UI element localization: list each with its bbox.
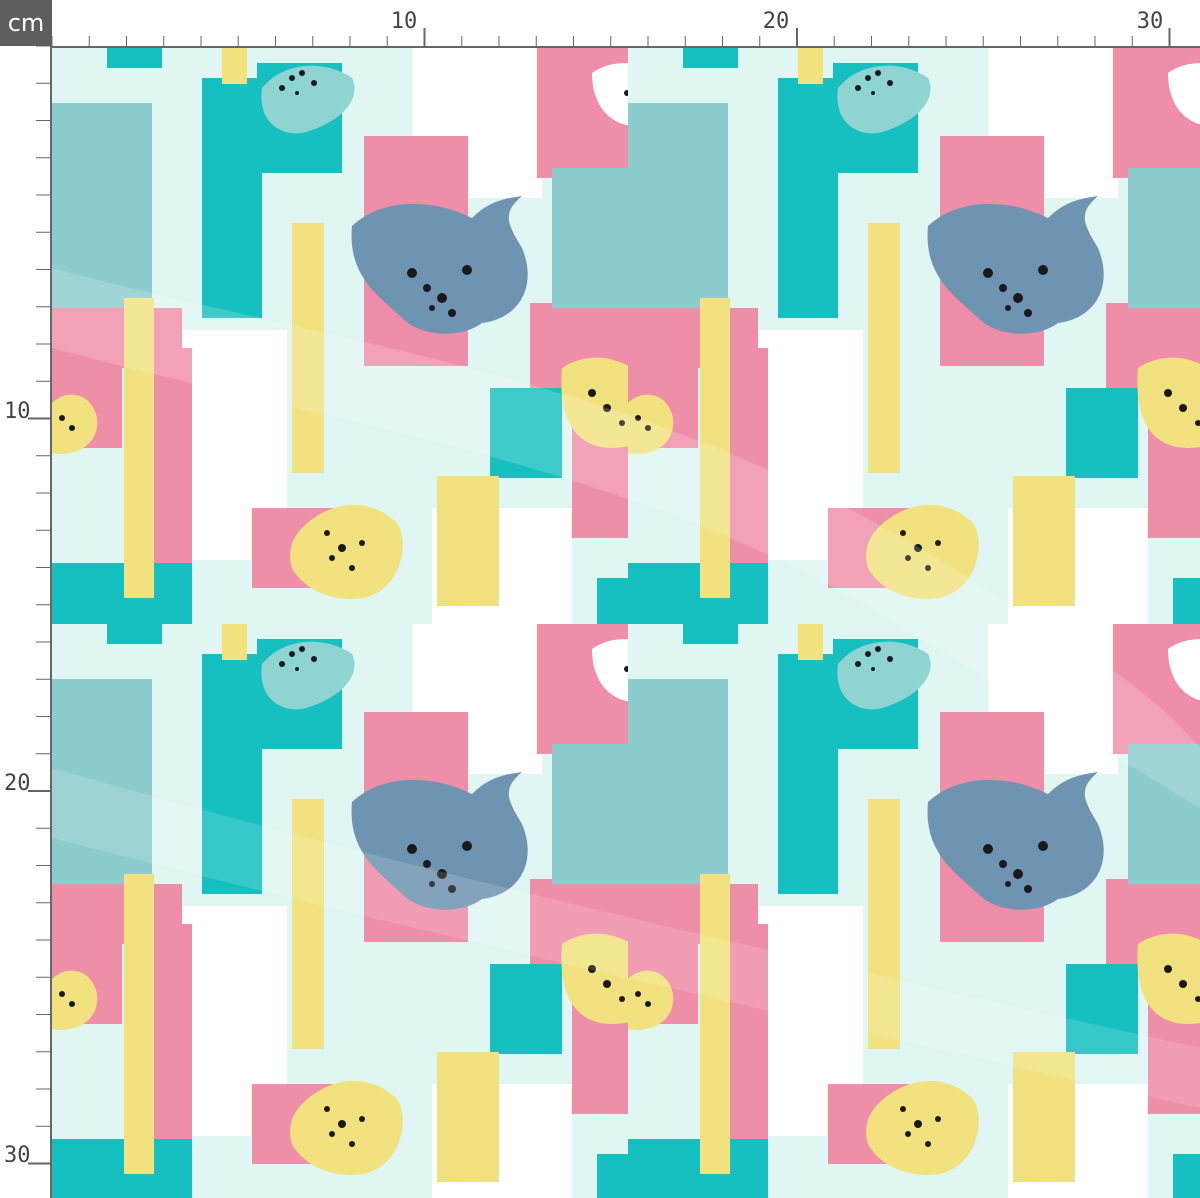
- unit-label: cm: [7, 9, 45, 37]
- top-ruler: 10 20 30: [52, 0, 1200, 48]
- left-ruler-label-10: 10: [4, 399, 31, 424]
- top-ruler-label-30: 30: [1137, 9, 1164, 34]
- top-ruler-label-10: 10: [391, 9, 418, 34]
- left-ruler: 10 20 30: [0, 46, 52, 1198]
- fabric-swatch: [52, 48, 1200, 1198]
- left-ruler-label-30: 30: [4, 1143, 31, 1168]
- unit-badge: cm: [0, 0, 52, 46]
- left-ruler-label-20: 20: [4, 771, 31, 796]
- pattern-tiles: [52, 48, 1200, 1198]
- top-ruler-label-20: 20: [763, 9, 790, 34]
